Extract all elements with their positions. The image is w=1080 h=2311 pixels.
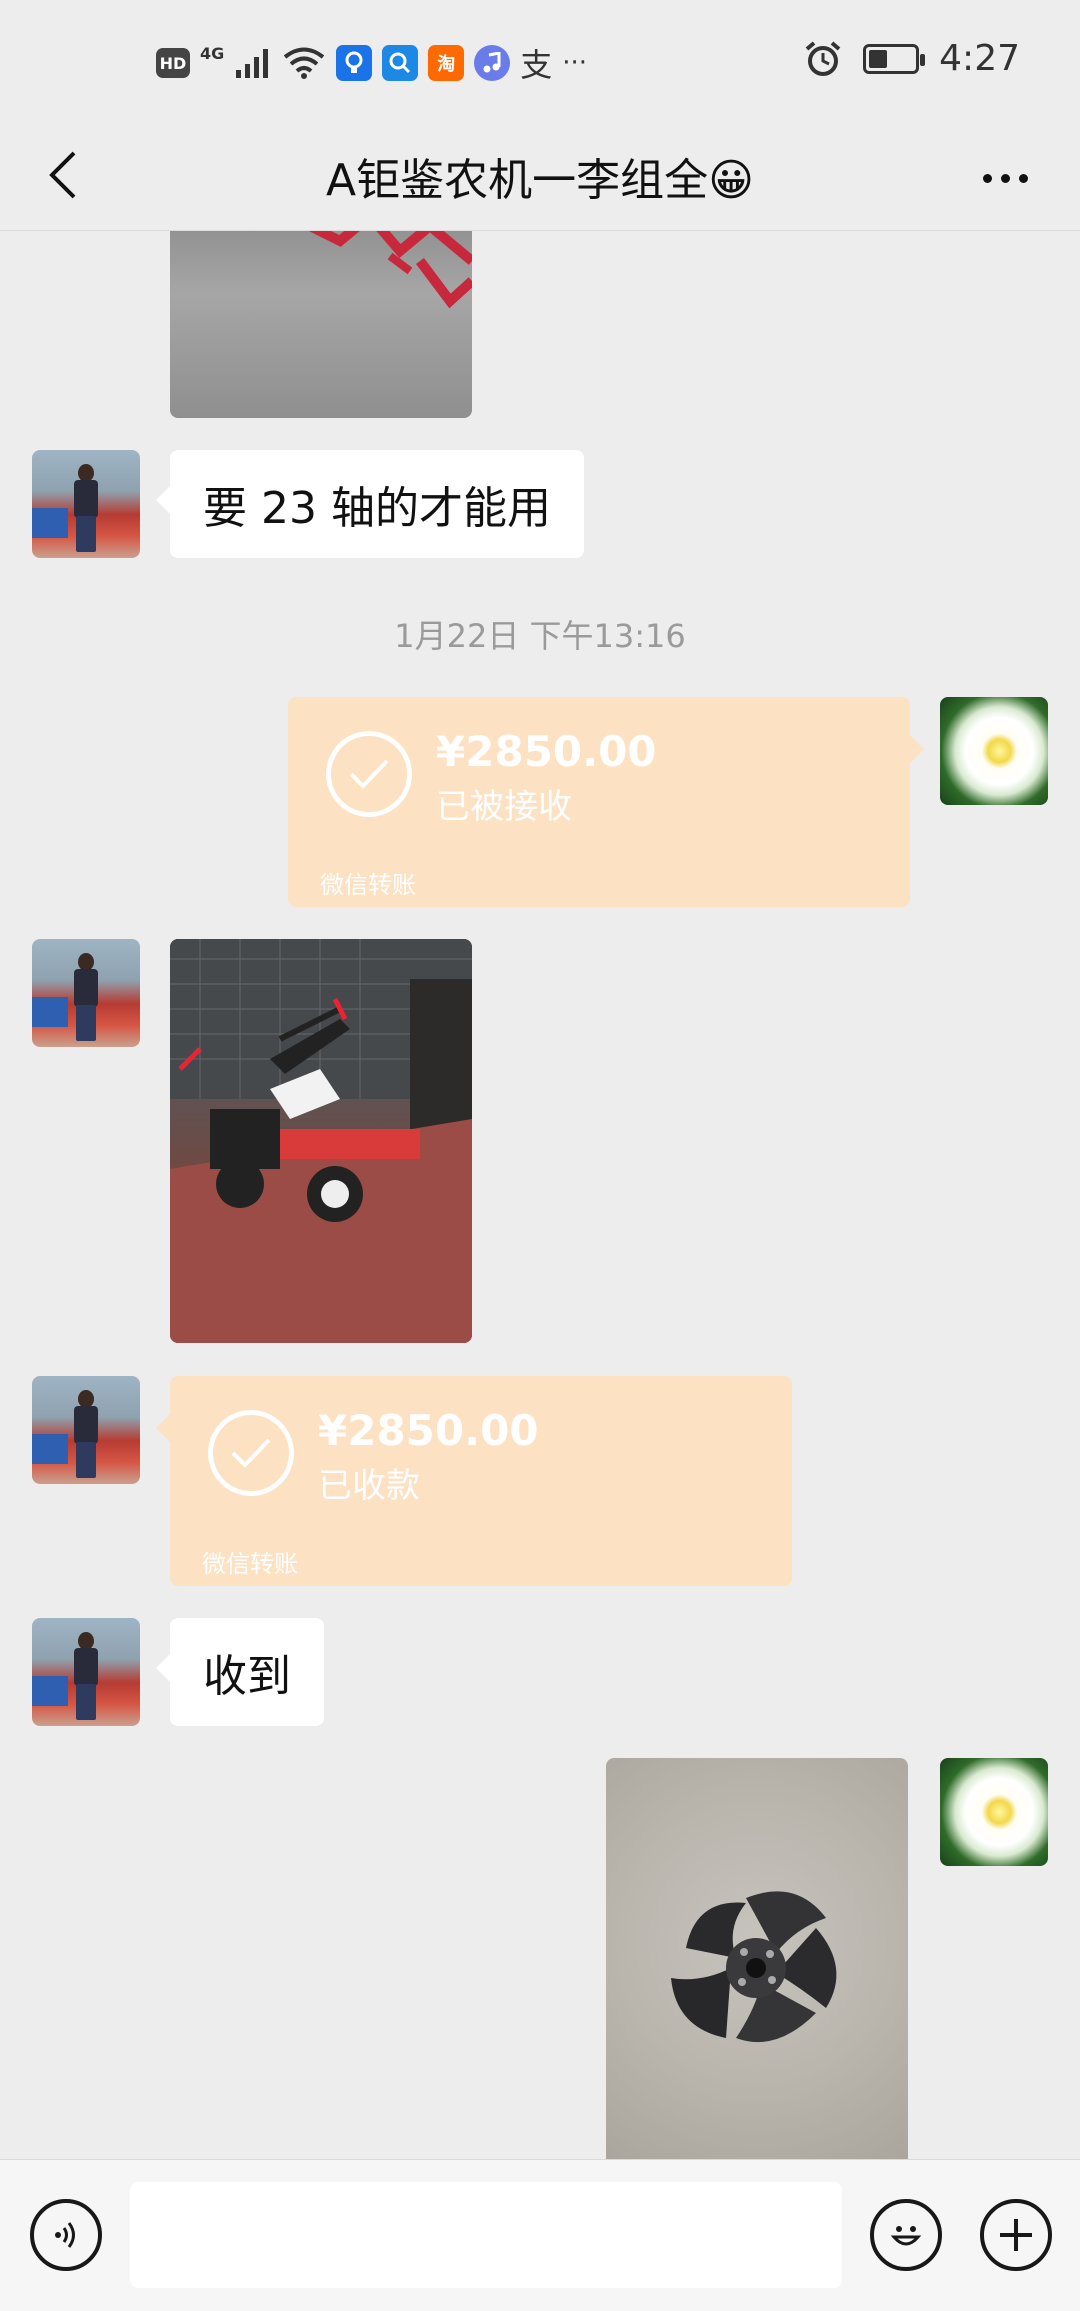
my-avatar[interactable] <box>940 697 1048 805</box>
contact-avatar[interactable] <box>32 1618 140 1726</box>
transfer-sent-card[interactable]: ¥2850.00 已被接收 微信转账 <box>288 697 924 907</box>
tiller-blades-image <box>308 231 472 309</box>
chat-messages[interactable]: 要 23 轴的才能用 1月22日 下午13:16 ¥2850.00 已被接收 微… <box>0 231 1080 2159</box>
message-timestamp: 1月22日 下午13:16 <box>394 617 686 655</box>
rotary-blade-image <box>671 1891 837 2043</box>
message-text: 收到 <box>203 1651 291 1702</box>
received-photo[interactable] <box>170 231 472 418</box>
contact-avatar[interactable] <box>32 450 140 558</box>
status-bar: HD 4G 淘 支 ··· 4:27 <box>0 0 1080 120</box>
battery-icon <box>863 43 926 74</box>
transfer-received-card[interactable]: ¥2850.00 已收款 微信转账 <box>156 1376 792 1586</box>
status-right: 4:27 <box>803 38 1020 79</box>
tiller-photo[interactable] <box>170 939 472 1343</box>
more-dot-icon <box>1000 173 1010 183</box>
transfer-status: 已被接收 <box>436 787 572 827</box>
contact-avatar[interactable] <box>32 1376 140 1484</box>
transfer-amount: ¥2850.00 <box>436 727 657 776</box>
status-time: 4:27 <box>939 38 1020 79</box>
4g-label: 4G <box>200 43 225 63</box>
message-text: 要 23 轴的才能用 <box>203 483 551 534</box>
hd-icon: HD <box>156 48 190 78</box>
input-bar <box>0 2159 1080 2311</box>
message-input[interactable] <box>130 2182 842 2288</box>
more-dot-icon <box>982 173 992 183</box>
sent-photo[interactable] <box>606 1758 908 2159</box>
message-bubble[interactable]: 收到 <box>156 1618 324 1726</box>
taobao-app-icon: 淘 <box>428 45 465 81</box>
search-app-icon <box>382 45 419 81</box>
4g-signal-icon <box>236 49 269 78</box>
tiller-machine-image <box>170 939 472 1343</box>
status-left-icons: HD 4G 淘 支 ··· <box>156 40 587 86</box>
transfer-label: 微信转账 <box>320 871 416 899</box>
contact-avatar[interactable] <box>32 939 140 1047</box>
emoji-button[interactable] <box>870 2199 942 2271</box>
voice-button[interactable] <box>30 2199 102 2271</box>
check-circle-icon <box>208 1410 294 1496</box>
chat-header: A钜鉴农机一李组全😀 <box>0 120 1080 231</box>
add-button[interactable] <box>980 2199 1052 2271</box>
my-avatar[interactable] <box>940 1758 1048 1866</box>
more-dot-icon <box>1018 173 1028 183</box>
wifi-icon <box>284 47 325 79</box>
more-dots-icon: ··· <box>562 48 588 78</box>
message-bubble[interactable]: 要 23 轴的才能用 <box>156 450 584 558</box>
plus-icon <box>1000 2219 1032 2251</box>
emoji-icon <box>890 2226 922 2246</box>
check-circle-icon <box>326 731 412 817</box>
transfer-label: 微信转账 <box>202 1550 298 1578</box>
transfer-status: 已收款 <box>318 1466 420 1506</box>
music-app-icon <box>474 45 511 81</box>
alipay-app-icon: 支 <box>520 46 553 84</box>
bulb-app-icon <box>336 45 373 81</box>
transfer-amount: ¥2850.00 <box>318 1406 539 1455</box>
alarm-icon <box>805 40 841 76</box>
chat-title: A钜鉴农机一李组全😀 <box>326 155 754 206</box>
more-options-button[interactable] <box>970 148 1040 208</box>
voice-icon <box>55 2222 75 2248</box>
